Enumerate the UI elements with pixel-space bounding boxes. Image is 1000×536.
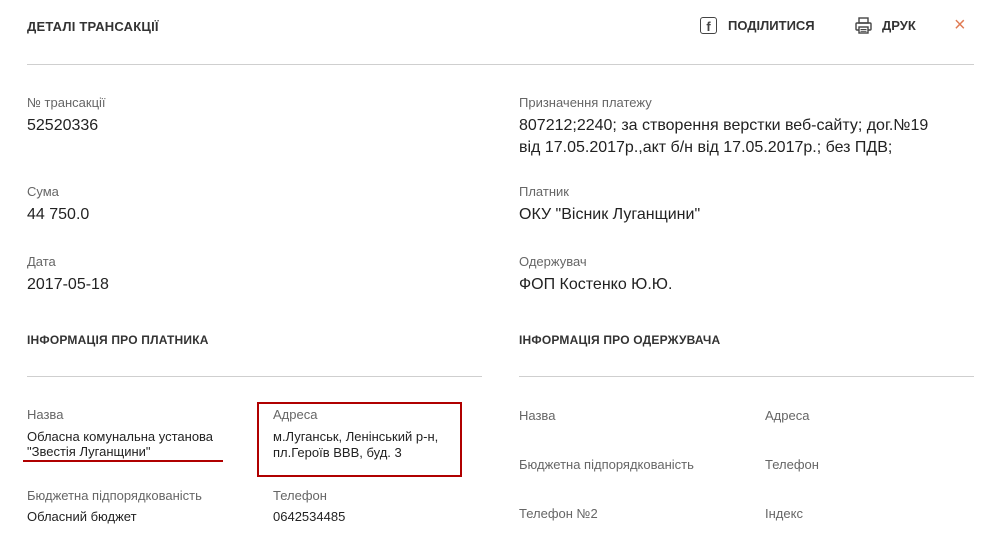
share-button[interactable]: f ПОДІЛИТИСЯ — [700, 17, 815, 34]
payer-budget-value: Обласний бюджет — [27, 509, 137, 524]
payer-budget-label: Бюджетна підпорядкованість — [27, 488, 202, 503]
print-label: ДРУК — [882, 18, 916, 33]
purpose-value-line2: від 17.05.2017р.,акт б/н від 17.05.2017р… — [519, 139, 893, 156]
sum-value: 44 750.0 — [27, 206, 90, 223]
recipient-index-label: Індекс — [765, 506, 803, 521]
facebook-icon: f — [700, 17, 717, 34]
annotation-box — [257, 402, 462, 477]
recipient-address-label: Адреса — [765, 408, 810, 423]
recipient-phone-label: Телефон — [765, 457, 819, 472]
printer-icon — [855, 17, 872, 34]
payer-phone-label: Телефон — [273, 488, 327, 503]
recipient-name-label: Назва — [519, 408, 556, 423]
print-button[interactable]: ДРУК — [855, 17, 916, 34]
recipient-info-title: ІНФОРМАЦІЯ ПРО ОДЕРЖУВАЧА — [519, 333, 721, 347]
header-divider — [27, 64, 974, 65]
transaction-id-label: № трансакції — [27, 95, 106, 110]
payer-phone-value: 0642534485 — [273, 509, 346, 524]
payer-name-label: Назва — [27, 407, 64, 422]
payer-name-line2: "Звестія Луганщини" — [27, 444, 151, 459]
payer-info-divider — [27, 376, 482, 377]
recipient-phone2-label: Телефон №2 — [519, 506, 598, 521]
sum-label: Сума — [27, 184, 59, 199]
share-label: ПОДІЛИТИСЯ — [728, 18, 815, 33]
recipient-budget-label: Бюджетна підпорядкованість — [519, 457, 694, 472]
payer-name-line1: Обласна комунальна установа — [27, 429, 214, 444]
date-value: 2017-05-18 — [27, 276, 109, 293]
close-button[interactable]: × — [954, 14, 966, 36]
page-title: ДЕТАЛІ ТРАНСАКЦІЇ — [27, 19, 159, 34]
recipient-info-divider — [519, 376, 974, 377]
date-label: Дата — [27, 254, 56, 269]
transaction-id-value: 52520336 — [27, 117, 99, 134]
recipient-label: Одержувач — [519, 254, 587, 269]
payer-value: ОКУ "Вісник Луганщини" — [519, 206, 701, 223]
purpose-label: Призначення платежу — [519, 95, 652, 110]
payer-info-title: ІНФОРМАЦІЯ ПРО ПЛАТНИКА — [27, 333, 209, 347]
recipient-value: ФОП Костенко Ю.Ю. — [519, 276, 673, 293]
payer-label: Платник — [519, 184, 569, 199]
purpose-value-line1: 807212;2240; за створення верстки веб-са… — [519, 117, 929, 134]
annotation-underline — [23, 460, 223, 462]
